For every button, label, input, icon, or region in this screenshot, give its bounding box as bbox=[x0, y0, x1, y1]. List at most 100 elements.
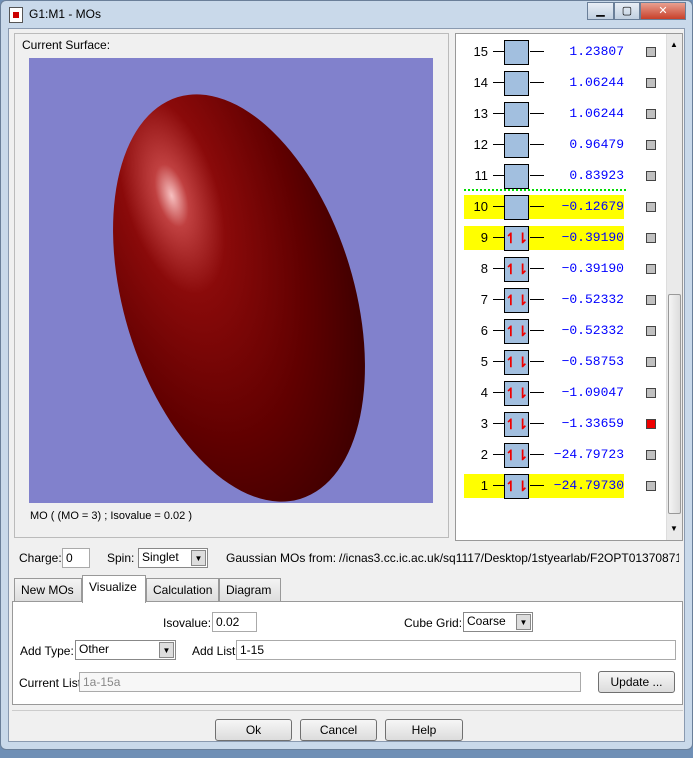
mo-select-checkbox[interactable] bbox=[646, 388, 656, 398]
mo-number: 8 bbox=[480, 261, 488, 276]
orbital-box bbox=[504, 195, 529, 220]
chevron-down-icon: ▼ bbox=[516, 614, 531, 630]
mo-row[interactable]: 10 −0.12679 bbox=[464, 195, 656, 220]
mo-energy: −24.79723 bbox=[553, 447, 624, 462]
cube-grid-select[interactable]: Coarse ▼ bbox=[463, 612, 533, 632]
level-line bbox=[493, 392, 504, 393]
scroll-thumb[interactable] bbox=[668, 294, 681, 514]
spin-label: Spin: bbox=[107, 551, 135, 565]
mo-energy: 0.83923 bbox=[569, 168, 624, 183]
mo-row[interactable]: 14 1.06244 bbox=[464, 71, 656, 96]
mo-number: 13 bbox=[473, 106, 488, 121]
mo-energy-list: 15 1.23807 14 1.06244 13 1.06244 12 0.96… bbox=[455, 33, 683, 541]
homo-lumo-separator bbox=[464, 189, 626, 191]
mo-select-checkbox[interactable] bbox=[646, 264, 656, 274]
surface-viewer[interactable] bbox=[29, 58, 433, 503]
mo-energy: −0.52332 bbox=[561, 292, 624, 307]
mo-select-checkbox[interactable] bbox=[646, 295, 656, 305]
mo-select-checkbox[interactable] bbox=[646, 109, 656, 119]
cube-grid-label: Cube Grid: bbox=[404, 616, 463, 630]
level-line bbox=[493, 113, 504, 114]
current-list-label: Current List: bbox=[19, 676, 85, 690]
isovalue-input[interactable]: 0.02 bbox=[212, 612, 257, 632]
mo-number: 10 bbox=[473, 199, 488, 214]
mo-select-checkbox[interactable] bbox=[646, 481, 656, 491]
add-type-select[interactable]: Other ▼ bbox=[75, 640, 176, 660]
mo-select-checkbox[interactable] bbox=[646, 326, 656, 336]
mo-number: 11 bbox=[474, 168, 489, 183]
mo-row[interactable]: 6 ↿⇂ −0.52332 bbox=[464, 319, 656, 344]
orbital-box bbox=[504, 102, 529, 127]
mo-row[interactable]: 7 ↿⇂ −0.52332 bbox=[464, 288, 656, 313]
tab-visualize[interactable]: Visualize bbox=[82, 575, 146, 603]
mo-select-checkbox[interactable] bbox=[646, 171, 656, 181]
mo-row[interactable]: 3 ↿⇂ −1.33659 bbox=[464, 412, 656, 437]
ok-button[interactable]: Ok bbox=[215, 719, 292, 741]
level-line bbox=[530, 82, 544, 83]
minimize-button[interactable]: ▁ bbox=[587, 2, 614, 20]
mo-select-checkbox[interactable] bbox=[646, 202, 656, 212]
orbital-box: ↿⇂ bbox=[504, 257, 529, 282]
mo-row[interactable]: 11 0.83923 bbox=[464, 164, 656, 189]
level-line bbox=[530, 392, 544, 393]
mo-select-checkbox[interactable] bbox=[646, 140, 656, 150]
orbital-box: ↿⇂ bbox=[504, 474, 529, 499]
mo-energy: −0.58753 bbox=[561, 354, 624, 369]
orbital-box: ↿⇂ bbox=[504, 350, 529, 375]
mo-row[interactable]: 4 ↿⇂ −1.09047 bbox=[464, 381, 656, 406]
mo-row[interactable]: 9 ↿⇂ −0.39190 bbox=[464, 226, 656, 251]
level-line bbox=[493, 268, 504, 269]
mo-select-checkbox[interactable] bbox=[646, 450, 656, 460]
current-list-input[interactable]: 1a-15a bbox=[79, 672, 581, 692]
charge-input[interactable]: 0 bbox=[62, 548, 90, 568]
level-line bbox=[530, 268, 544, 269]
tab-diagram[interactable]: Diagram bbox=[219, 578, 281, 602]
chevron-down-icon: ▼ bbox=[159, 642, 174, 658]
mo-energy: −1.09047 bbox=[561, 385, 624, 400]
source-path: //icnas3.cc.ic.ac.uk/sq1117/Desktop/1sty… bbox=[339, 551, 679, 565]
close-button[interactable]: ✕ bbox=[640, 2, 686, 20]
chevron-down-icon: ▼ bbox=[191, 550, 206, 566]
scrollbar[interactable]: ▲ ▼ bbox=[666, 34, 682, 540]
mo-select-checkbox[interactable] bbox=[646, 357, 656, 367]
mo-row[interactable]: 8 ↿⇂ −0.39190 bbox=[464, 257, 656, 282]
level-line bbox=[493, 485, 504, 486]
add-list-input[interactable]: 1-15 bbox=[236, 640, 676, 660]
level-line bbox=[530, 206, 544, 207]
mo-row[interactable]: 5 ↿⇂ −0.58753 bbox=[464, 350, 656, 375]
scroll-up-icon[interactable]: ▲ bbox=[670, 40, 678, 49]
level-line bbox=[530, 175, 544, 176]
level-line bbox=[530, 485, 544, 486]
mo-select-checkbox[interactable] bbox=[646, 47, 656, 57]
mo-select-checkbox[interactable] bbox=[646, 233, 656, 243]
help-button[interactable]: Help bbox=[385, 719, 463, 741]
add-list-label: Add List: bbox=[192, 644, 239, 658]
level-line bbox=[493, 454, 504, 455]
mo-number: 14 bbox=[473, 75, 488, 90]
mo-row[interactable]: 2 ↿⇂ −24.79723 bbox=[464, 443, 656, 468]
update-button[interactable]: Update ... bbox=[598, 671, 675, 693]
mo-number: 15 bbox=[473, 44, 488, 59]
mo-energy: −24.79730 bbox=[553, 478, 624, 493]
mo-row[interactable]: 15 1.23807 bbox=[464, 40, 656, 65]
scroll-down-icon[interactable]: ▼ bbox=[670, 524, 678, 533]
mo-row[interactable]: 13 1.06244 bbox=[464, 102, 656, 127]
mo-isosurface bbox=[67, 63, 411, 503]
mo-energy: −0.39190 bbox=[561, 261, 624, 276]
level-line bbox=[530, 113, 544, 114]
mo-select-checkbox[interactable] bbox=[646, 78, 656, 88]
mo-energy: 0.96479 bbox=[569, 137, 624, 152]
level-line bbox=[493, 51, 504, 52]
maximize-button[interactable]: ▢ bbox=[614, 2, 640, 20]
mo-row[interactable]: 1 ↿⇂ −24.79730 bbox=[464, 474, 656, 499]
spin-select[interactable]: Singlet ▼ bbox=[138, 548, 208, 568]
mo-select-checkbox[interactable] bbox=[646, 419, 656, 429]
level-line bbox=[530, 454, 544, 455]
level-line bbox=[493, 82, 504, 83]
tab-new-mos[interactable]: New MOs bbox=[14, 578, 82, 602]
level-line bbox=[530, 144, 544, 145]
mo-row[interactable]: 12 0.96479 bbox=[464, 133, 656, 158]
cancel-button[interactable]: Cancel bbox=[300, 719, 377, 741]
mo-number: 6 bbox=[480, 323, 488, 338]
tab-calculation[interactable]: Calculation bbox=[146, 578, 219, 602]
